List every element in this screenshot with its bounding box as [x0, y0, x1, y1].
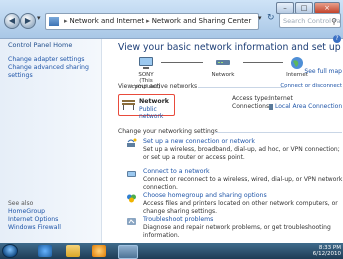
- ethernet-icon: [269, 103, 273, 110]
- active-network-name: Network: [139, 98, 169, 105]
- forward-button[interactable]: ▶: [20, 13, 36, 29]
- sidebar: Control Panel Home Change adapter settin…: [0, 39, 102, 243]
- connect-network-icon: [127, 171, 136, 177]
- control-panel-taskbar-icon[interactable]: [118, 245, 138, 259]
- start-button[interactable]: [2, 244, 18, 258]
- local-area-connection-link[interactable]: Local Area Connection: [275, 103, 342, 110]
- page-title: View your basic network information and …: [118, 42, 343, 53]
- title-bar: – □ × ◀ ▶ ▾ ▸ Network and Internet ▸ Networ…: [0, 0, 343, 39]
- network-icon: [216, 60, 230, 65]
- access-type-value: Internet: [269, 95, 293, 102]
- divider-line: [198, 87, 286, 88]
- task-description: Set up a wireless, broadband, dial-up, a…: [143, 146, 340, 161]
- task-homegroup-sharing[interactable]: Choose homegroup and sharing options Acc…: [118, 192, 343, 215]
- address-dropdown-icon[interactable]: ▾: [258, 14, 262, 22]
- active-network-highlight: Network Public network: [118, 94, 175, 120]
- file-explorer-icon[interactable]: [66, 245, 80, 257]
- divider-line: [215, 132, 342, 133]
- back-button[interactable]: ◀: [4, 13, 20, 29]
- homegroup-icon: [127, 194, 136, 203]
- control-panel-home-link[interactable]: Control Panel Home: [8, 41, 72, 49]
- change-settings-label: Change your networking settings: [118, 128, 218, 135]
- task-troubleshoot[interactable]: Troubleshoot problems Diagnose and repai…: [118, 216, 343, 239]
- task-description: Diagnose and repair network problems, or…: [143, 224, 331, 239]
- main-content: ? View your basic network information an…: [102, 35, 343, 243]
- see-also-label: See also: [8, 200, 34, 207]
- network-sharing-center-window: – □ × ◀ ▶ ▾ ▸ Network and Internet ▸ Networ…: [0, 0, 343, 243]
- change-adapter-settings-link[interactable]: Change adapter settings: [8, 56, 85, 64]
- task-connect-network[interactable]: Connect to a network Connect or reconnec…: [118, 168, 343, 191]
- task-title[interactable]: Choose homegroup and sharing options: [143, 192, 267, 199]
- task-description: Connect or reconnect to a wireless, wire…: [143, 176, 343, 191]
- active-networks-label: View your active networks: [118, 83, 198, 90]
- connect-disconnect-link[interactable]: Connect or disconnect: [280, 83, 342, 89]
- troubleshoot-icon: [127, 218, 136, 225]
- change-advanced-sharing-link[interactable]: Change advanced sharing settings: [8, 64, 96, 80]
- internet-options-link[interactable]: Internet Options: [8, 216, 58, 224]
- search-icon[interactable]: ⚲: [331, 14, 337, 27]
- globe-icon: [291, 57, 303, 69]
- refresh-icon[interactable]: ↻: [267, 13, 275, 23]
- active-network-panel: Network Public network Access type: Inte…: [118, 93, 343, 120]
- public-network-bench-icon: [122, 100, 135, 110]
- media-player-icon[interactable]: [92, 245, 106, 257]
- map-link-line-2: [243, 62, 283, 63]
- breadcrumb-network-internet[interactable]: Network and Internet: [70, 17, 145, 25]
- taskbar: 8:33 PM 6/12/2010: [0, 243, 343, 259]
- recent-pages-chevron-icon[interactable]: ▾: [37, 14, 41, 22]
- task-title[interactable]: Set up a new connection or network: [143, 138, 255, 145]
- task-description: Access files and printers located on oth…: [143, 200, 338, 215]
- breadcrumb-sharing-center[interactable]: Network and Sharing Center: [152, 17, 252, 25]
- access-type-label: Access type:: [232, 95, 270, 102]
- computer-icon: [139, 57, 153, 69]
- search-input[interactable]: Search Control Panel ⚲: [279, 13, 341, 28]
- homegroup-link[interactable]: HomeGroup: [8, 208, 45, 216]
- control-panel-icon: [49, 17, 59, 26]
- map-link-line-1: [161, 62, 203, 63]
- system-tray-clock[interactable]: 8:33 PM 6/12/2010: [313, 245, 341, 257]
- see-full-map-link[interactable]: See full map: [304, 68, 342, 75]
- internet-explorer-icon[interactable]: [38, 245, 52, 257]
- new-connection-icon: [127, 138, 137, 147]
- task-title[interactable]: Troubleshoot problems: [143, 216, 213, 223]
- address-bar[interactable]: ▸ Network and Internet ▸ Network and Sharin…: [45, 13, 259, 30]
- connections-value: Local Area Connection: [269, 103, 342, 110]
- map-network: Network: [203, 56, 243, 78]
- clock-date: 6/12/2010: [312, 251, 341, 257]
- network-type-link[interactable]: Public network: [139, 106, 174, 120]
- connections-label: Connections:: [232, 103, 272, 110]
- task-setup-connection[interactable]: Set up a new connection or network Set u…: [118, 138, 343, 161]
- network-label[interactable]: Network: [203, 72, 243, 78]
- windows-firewall-link[interactable]: Windows Firewall: [8, 224, 61, 232]
- task-title[interactable]: Connect to a network: [143, 168, 210, 175]
